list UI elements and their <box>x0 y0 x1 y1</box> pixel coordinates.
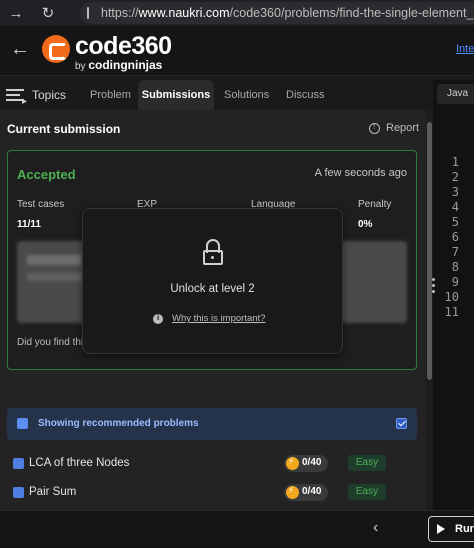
scrollbar-thumb[interactable] <box>427 122 432 380</box>
thumbs-up-icon <box>17 418 28 429</box>
line-number: 5 <box>451 215 459 229</box>
line-number: 6 <box>451 230 459 244</box>
score-value: 0/40 <box>302 486 322 497</box>
locked-content-overlay: Unlock at level 2 Why this is important? <box>82 208 343 354</box>
bolt-icon <box>286 456 299 470</box>
tab-topics-label: Topics <box>32 88 67 102</box>
value-penalty: 0% <box>358 219 373 230</box>
value-test-cases: 11/11 <box>17 219 41 230</box>
play-icon <box>437 524 445 534</box>
chevron-left-icon[interactable]: ‹ <box>373 519 378 537</box>
report-label: Report <box>386 122 420 134</box>
list-item[interactable]: LCA of three Nodes 0/40 Easy <box>7 452 417 478</box>
thumbs-up-icon <box>13 458 24 469</box>
difficulty-badge: Easy <box>348 455 386 471</box>
logo-brand: codingninjas <box>88 58 163 72</box>
panel-scrollbar[interactable] <box>426 110 433 510</box>
line-number: 2 <box>451 170 459 184</box>
resize-handle-icon[interactable] <box>432 278 436 296</box>
thumbs-up-icon <box>13 487 24 498</box>
logo-subtitle: by codingninjas <box>75 58 162 72</box>
forward-icon[interactable]: → <box>6 3 26 23</box>
label-test-cases: Test cases <box>17 199 65 210</box>
why-important-link[interactable]: Why this is important? <box>153 313 265 324</box>
logo-by: by <box>75 61 86 72</box>
tab-topics[interactable]: ▸ Topics <box>0 80 80 110</box>
url-path: /code360/problems/find-the-single-elemen… <box>229 6 474 20</box>
recommended-label: Showing recommended problems <box>38 418 199 429</box>
bottom-bar: ‹ Run <box>0 510 474 548</box>
lock-icon <box>203 239 223 265</box>
tab-solutions[interactable]: Solutions <box>224 80 269 110</box>
list-item[interactable]: Pair Sum 0/40 Easy <box>7 481 417 507</box>
score-badge: 0/40 <box>284 455 328 472</box>
report-button[interactable]: Report <box>369 122 419 134</box>
problem-name[interactable]: LCA of three Nodes <box>29 457 129 469</box>
code360-logo-icon <box>42 35 70 63</box>
score-value: 0/40 <box>302 457 322 468</box>
url-domain: www.naukri.com <box>138 6 230 20</box>
back-arrow-icon[interactable]: ← <box>10 39 30 59</box>
status-accepted: Accepted <box>17 167 76 182</box>
language-select[interactable]: Java <box>437 84 474 104</box>
url-prefix: https:// <box>101 6 139 20</box>
line-number: 4 <box>451 200 459 214</box>
reload-icon[interactable]: ↻ <box>38 3 58 23</box>
problem-name[interactable]: Pair Sum <box>29 486 76 498</box>
submission-time: A few seconds ago <box>314 167 407 179</box>
bolt-icon <box>286 485 299 499</box>
submissions-panel: Current submission Report Accepted A few… <box>0 110 426 510</box>
recommended-checkbox[interactable] <box>396 418 407 429</box>
line-number: 9 <box>451 275 459 289</box>
site-info-icon[interactable] <box>87 7 89 19</box>
difficulty-badge: Easy <box>348 484 386 500</box>
tab-discuss[interactable]: Discuss <box>286 80 325 110</box>
tab-problem[interactable]: Problem <box>90 80 131 110</box>
run-label: Run <box>455 523 474 535</box>
line-number: 10 <box>444 290 459 304</box>
address-bar[interactable]: https://www.naukri.com/code360/problems/… <box>80 2 474 24</box>
score-badge: 0/40 <box>284 484 328 501</box>
line-number: 7 <box>451 245 459 259</box>
info-icon <box>153 313 163 324</box>
code-editor[interactable]: Java 1 2 3 4 5 6 7 8 9 10 11 <box>433 80 474 510</box>
browser-toolbar: → ↻ https://www.naukri.com/code360/probl… <box>0 0 474 26</box>
app-header: ← code360 by codingninjas Inte <box>0 26 474 76</box>
line-number: 1 <box>451 155 459 169</box>
why-important-label: Why this is important? <box>172 313 266 324</box>
problem-tabs: ▸ Topics Problem Submissions Solutions D… <box>0 80 432 110</box>
line-number: 11 <box>444 305 459 319</box>
line-number: 8 <box>451 260 459 274</box>
tab-submissions[interactable]: Submissions <box>138 80 214 110</box>
header-link[interactable]: Inte <box>456 43 474 55</box>
run-button[interactable]: Run <box>428 516 474 542</box>
panel-title: Current submission <box>7 122 121 136</box>
alert-icon <box>369 122 380 134</box>
recommended-toggle-bar[interactable]: Showing recommended problems <box>7 408 417 440</box>
label-penalty: Penalty <box>358 199 392 210</box>
line-number: 3 <box>451 185 459 199</box>
unlock-text: Unlock at level 2 <box>170 283 255 295</box>
logo-title: code360 <box>75 32 172 60</box>
